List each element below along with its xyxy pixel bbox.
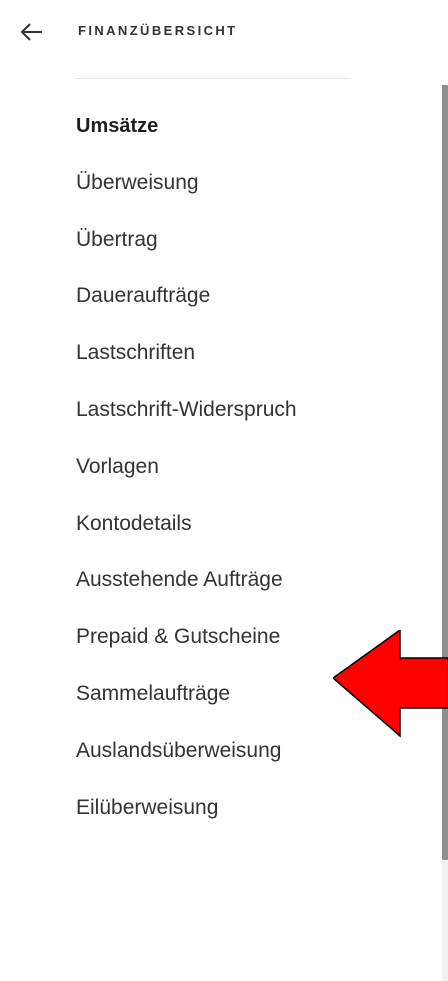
menu-item-kontodetails[interactable]: Kontodetails xyxy=(0,496,440,553)
menu-item-label: Lastschrift-Widerspruch xyxy=(76,397,297,421)
menu-item-label: Prepaid & Gutscheine xyxy=(76,625,281,649)
menu-item-label: Auslandsüberweisung xyxy=(76,738,282,762)
menu-item-label: Kontodetails xyxy=(76,511,192,535)
menu-item-label: Umsätze xyxy=(76,115,159,137)
scrollbar-thumb[interactable] xyxy=(442,85,448,860)
menu-item-ueberweisung[interactable]: Überweisung xyxy=(0,155,440,212)
menu-item-lastschriften[interactable]: Lastschriften xyxy=(0,325,440,382)
page-title: FINANZÜBERSICHT xyxy=(78,23,238,38)
menu-item-label: Sammelaufträge xyxy=(76,681,231,705)
menu-item-vorlagen[interactable]: Vorlagen xyxy=(0,439,440,496)
menu-item-label: Ausstehende Aufträge xyxy=(76,568,283,592)
menu-item-umsaetze[interactable]: Umsätze xyxy=(0,98,440,155)
menu-item-prepaid-gutscheine[interactable]: Prepaid & Gutscheine xyxy=(0,609,440,666)
navigation-panel: FINANZÜBERSICHT Umsätze Überweisung Über… xyxy=(0,0,448,981)
menu-item-sammelauftraege[interactable]: Sammelaufträge xyxy=(0,666,440,723)
finance-menu: Umsätze Überweisung Übertrag Daueraufträ… xyxy=(0,98,440,836)
menu-item-auslandsueberweisung[interactable]: Auslandsüberweisung xyxy=(0,723,440,780)
menu-item-lastschrift-widerspruch[interactable]: Lastschrift-Widerspruch xyxy=(0,382,440,439)
header-divider xyxy=(75,78,350,79)
menu-item-label: Überweisung xyxy=(76,170,199,194)
panel-header: FINANZÜBERSICHT xyxy=(0,0,448,60)
menu-item-label: Daueraufträge xyxy=(76,284,211,308)
menu-item-uebertrag[interactable]: Übertrag xyxy=(0,212,440,269)
menu-item-label: Eilüberweisung xyxy=(76,795,219,819)
back-button[interactable] xyxy=(18,20,46,44)
menu-item-ausstehende-auftraege[interactable]: Ausstehende Aufträge xyxy=(0,552,440,609)
arrow-left-icon xyxy=(18,20,46,44)
menu-item-dauerauftraege[interactable]: Daueraufträge xyxy=(0,268,440,325)
menu-item-label: Übertrag xyxy=(76,227,158,251)
menu-item-label: Lastschriften xyxy=(76,341,196,365)
menu-item-label: Vorlagen xyxy=(76,454,159,478)
menu-item-eilueberweisung[interactable]: Eilüberweisung xyxy=(0,780,440,837)
